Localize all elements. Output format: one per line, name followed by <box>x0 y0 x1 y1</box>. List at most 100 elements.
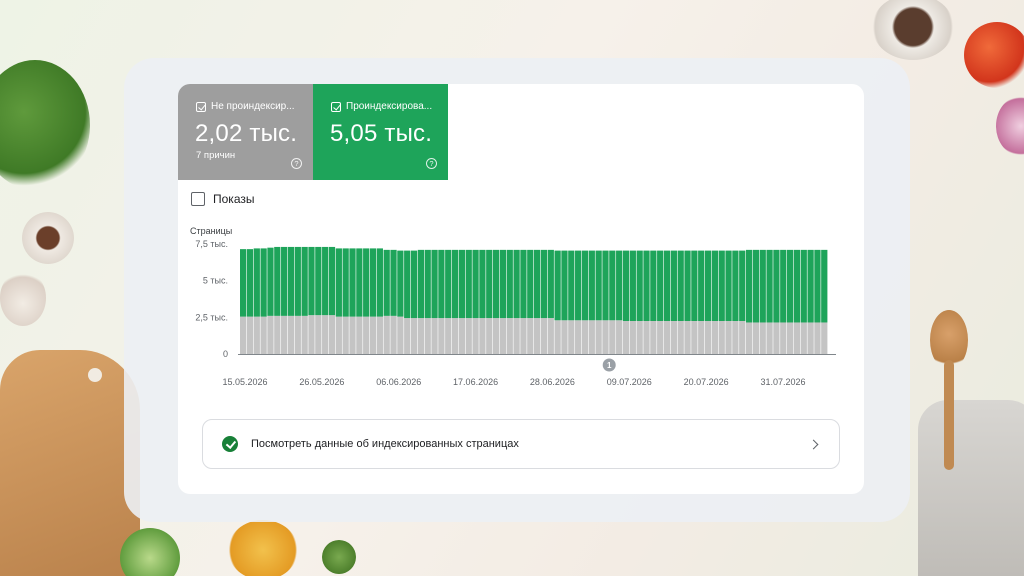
bar-not-indexed <box>328 315 336 354</box>
bar-not-indexed <box>711 321 719 354</box>
bar-indexed <box>636 250 643 321</box>
indexing-report-card: Не проиндексир... 2,02 тыс. 7 причин ? П… <box>178 84 864 494</box>
bar-indexed <box>506 249 513 319</box>
bar-not-indexed <box>451 318 459 354</box>
bar-indexed <box>527 249 534 319</box>
view-indexed-pages-label: Посмотреть данные об индексированных стр… <box>251 438 519 450</box>
not-indexed-tile[interactable]: Не проиндексир... 2,02 тыс. 7 причин ? <box>178 84 313 180</box>
view-indexed-pages-link[interactable]: Посмотреть данные об индексированных стр… <box>202 419 840 469</box>
bar-indexed <box>759 249 766 323</box>
bar-not-indexed <box>267 315 274 354</box>
bar-indexed <box>752 249 760 323</box>
bar-not-indexed <box>602 320 609 354</box>
bar-indexed <box>616 250 623 321</box>
bar-not-indexed <box>417 318 425 354</box>
bar-indexed <box>780 249 787 323</box>
bar-not-indexed <box>595 320 602 354</box>
indexed-tile[interactable]: Проиндексирова... 5,05 тыс. ? <box>313 84 448 180</box>
cutting-board-hole <box>88 368 102 382</box>
bar-indexed <box>650 250 657 321</box>
bar-not-indexed <box>636 321 643 354</box>
bar-indexed <box>499 249 507 319</box>
bar-indexed <box>431 249 438 319</box>
bar-indexed <box>356 248 363 317</box>
not-indexed-reasons: 7 причин <box>196 150 236 161</box>
bar-indexed <box>267 247 274 316</box>
bar-not-indexed <box>274 315 281 354</box>
help-icon[interactable]: ? <box>426 158 437 169</box>
bar-not-indexed <box>643 321 650 354</box>
bar-not-indexed <box>349 316 356 354</box>
y-axis-title: Страницы <box>190 226 232 236</box>
bar-indexed <box>766 249 773 323</box>
checkbox-checked-icon[interactable] <box>196 101 206 112</box>
tomato-decoration <box>964 22 1024 88</box>
bar-not-indexed <box>739 321 746 354</box>
bar-indexed <box>629 250 636 321</box>
bar-not-indexed <box>281 315 288 354</box>
bar-indexed <box>328 246 336 316</box>
bar-indexed <box>691 250 698 321</box>
checkbox-unchecked-icon[interactable] <box>191 192 205 206</box>
bar-indexed <box>513 249 520 319</box>
help-icon[interactable]: ? <box>291 158 302 169</box>
bar-not-indexed <box>540 318 548 354</box>
bar-not-indexed <box>622 321 630 354</box>
bar-indexed <box>684 250 691 321</box>
bar-not-indexed <box>499 318 507 354</box>
bar-indexed <box>315 246 322 316</box>
bar-indexed <box>486 249 493 319</box>
bar-indexed <box>622 250 630 321</box>
bar-indexed <box>287 246 295 316</box>
bar-indexed <box>349 248 356 317</box>
bar-not-indexed <box>513 318 520 354</box>
bar-not-indexed <box>506 318 513 354</box>
bar-indexed <box>540 249 548 319</box>
bar-not-indexed <box>568 320 575 354</box>
bar-not-indexed <box>404 318 411 354</box>
bar-indexed <box>643 250 650 321</box>
bar-indexed <box>383 249 390 316</box>
checkbox-checked-icon[interactable] <box>331 101 341 112</box>
bar-not-indexed <box>260 316 267 354</box>
bar-not-indexed <box>294 315 301 354</box>
bar-indexed <box>274 246 281 316</box>
check-circle-icon <box>222 436 238 452</box>
bar-indexed <box>718 250 725 321</box>
bar-indexed <box>677 250 684 321</box>
bar-indexed <box>725 250 732 321</box>
bar-indexed <box>554 250 561 321</box>
wooden-spoon-handle <box>944 360 954 470</box>
bar-not-indexed <box>718 321 725 354</box>
bar-indexed <box>575 250 582 321</box>
bar-not-indexed <box>492 318 500 354</box>
bar-not-indexed <box>704 321 712 354</box>
bar-not-indexed <box>445 318 452 354</box>
bar-not-indexed <box>561 320 568 354</box>
chevron-right-icon <box>808 439 819 449</box>
bar-not-indexed <box>677 321 684 354</box>
bar-not-indexed <box>520 318 527 354</box>
bar-indexed <box>800 249 807 323</box>
impressions-toggle[interactable]: Показы <box>191 192 254 206</box>
bar-not-indexed <box>650 321 657 354</box>
bar-not-indexed <box>773 322 780 354</box>
bar-indexed <box>547 249 554 319</box>
bar-not-indexed <box>786 322 794 354</box>
bar-indexed <box>581 250 589 321</box>
bar-indexed <box>410 250 418 319</box>
bar-not-indexed <box>287 315 295 354</box>
bar-indexed <box>438 249 445 319</box>
bar-not-indexed <box>814 322 821 354</box>
bar-not-indexed <box>609 320 616 354</box>
bar-indexed <box>698 250 705 321</box>
bar-indexed <box>417 249 425 319</box>
bar-indexed <box>404 250 411 319</box>
bar-indexed <box>732 250 739 321</box>
bar-indexed <box>445 249 452 319</box>
bar-not-indexed <box>581 320 589 354</box>
bar-not-indexed <box>745 322 753 354</box>
bar-indexed <box>458 249 466 319</box>
x-tick-label: 20.07.2026 <box>684 377 729 387</box>
bar-not-indexed <box>438 318 445 354</box>
